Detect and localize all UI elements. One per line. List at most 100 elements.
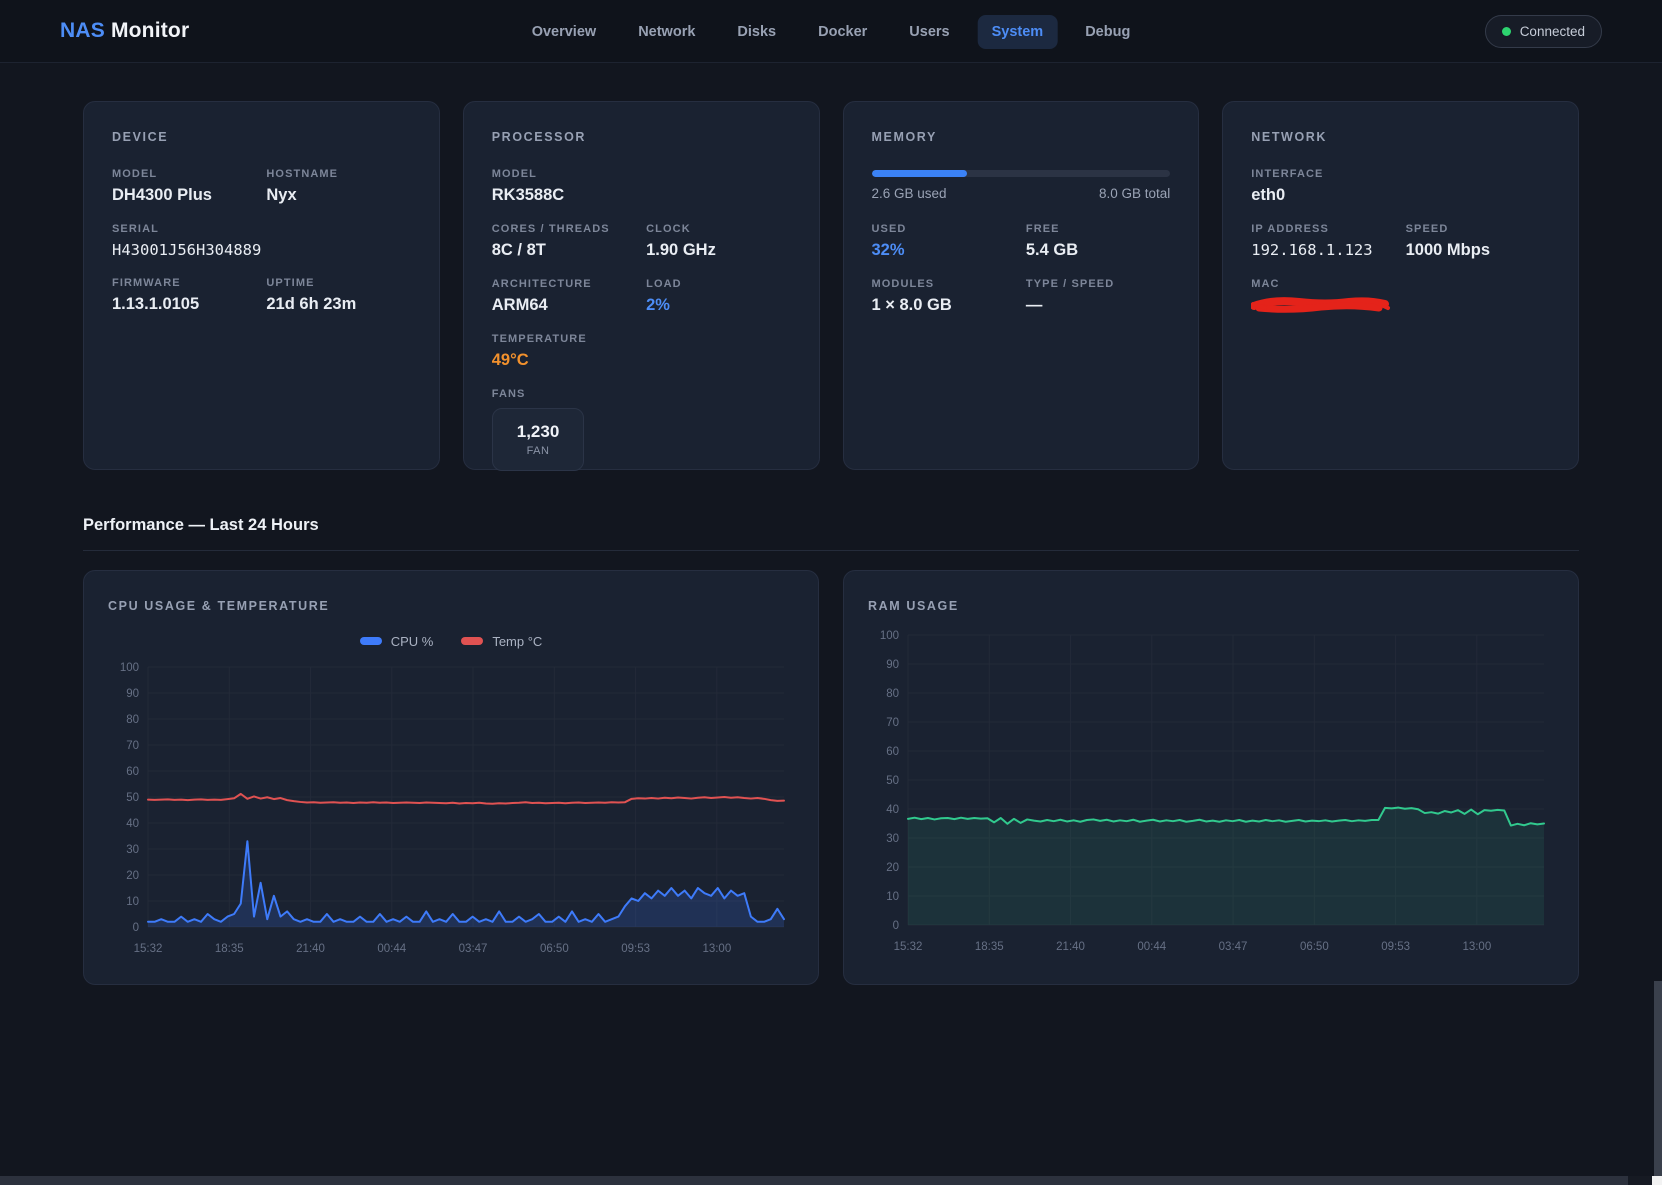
memory-usage-bar: [872, 170, 1171, 177]
svg-text:50: 50: [126, 792, 139, 804]
field-value: 5.4 GB: [1026, 241, 1170, 260]
svg-text:10: 10: [886, 891, 899, 903]
nav-item-network[interactable]: Network: [624, 15, 709, 49]
field-label: SPEED: [1406, 223, 1550, 235]
horizontal-scrollbar-track[interactable]: [0, 1176, 1662, 1185]
field-label: MODEL: [492, 168, 791, 180]
field-label: MODEL: [112, 168, 256, 180]
svg-text:15:32: 15:32: [894, 941, 923, 953]
ram-chart-wrap: 010203040506070809010015:3218:3521:4000:…: [868, 625, 1554, 957]
svg-text:60: 60: [886, 746, 899, 758]
svg-text:00:44: 00:44: [377, 943, 406, 955]
svg-text:09:53: 09:53: [1381, 941, 1410, 953]
field-value: 49°C: [492, 351, 791, 370]
field-mac: MAC: [1251, 278, 1550, 316]
horizontal-scrollbar-thumb[interactable]: [0, 1176, 1628, 1185]
nav-item-users[interactable]: Users: [895, 15, 963, 49]
redaction-scribble-icon: [1251, 294, 1391, 316]
legend-label: Temp °C: [492, 634, 542, 649]
svg-text:50: 50: [886, 775, 899, 787]
field-value: 32%: [872, 241, 1016, 260]
network-card-title: NETWORK: [1251, 130, 1550, 144]
nav-item-debug[interactable]: Debug: [1071, 15, 1144, 49]
connection-status-badge: Connected: [1485, 15, 1602, 48]
legend-item[interactable]: Temp °C: [461, 631, 542, 651]
cpu-usage-temperature-chart: 010203040506070809010015:3218:3521:4000:…: [108, 659, 791, 959]
field-load: LOAD 2%: [646, 278, 790, 315]
device-card-title: DEVICE: [112, 130, 411, 144]
ram-chart-title: RAM USAGE: [868, 599, 1554, 613]
field-label: HOSTNAME: [266, 168, 410, 180]
svg-text:40: 40: [126, 818, 139, 830]
ram-usage-chart: 010203040506070809010015:3218:3521:4000:…: [868, 625, 1551, 957]
svg-text:21:40: 21:40: [296, 943, 325, 955]
field-value: 2%: [646, 296, 790, 315]
field-label: CLOCK: [646, 223, 790, 235]
svg-text:70: 70: [126, 740, 139, 752]
fan-speed-box: 1,230 FAN: [492, 408, 585, 471]
field-label: UPTIME: [266, 277, 410, 289]
memory-used-label: 2.6 GB used: [872, 186, 947, 201]
field-cpu-model: MODEL RK3588C: [492, 168, 791, 205]
svg-text:00:44: 00:44: [1137, 941, 1166, 953]
cpu-chart-title: CPU USAGE & TEMPERATURE: [108, 599, 794, 613]
field-cores-threads: CORES / THREADS 8C / 8T: [492, 223, 636, 260]
svg-text:13:00: 13:00: [1462, 941, 1491, 953]
nav-item-disks[interactable]: Disks: [723, 15, 790, 49]
field-label: MODULES: [872, 278, 1016, 290]
field-value: 1.90 GHz: [646, 241, 790, 260]
field-value: 1.13.1.0105: [112, 295, 256, 314]
svg-text:09:53: 09:53: [621, 943, 650, 955]
field-value: DH4300 Plus: [112, 186, 256, 205]
svg-text:20: 20: [126, 870, 139, 882]
field-label: FREE: [1026, 223, 1170, 235]
field-fans: FANS 1,230 FAN: [492, 388, 791, 471]
field-value: 21d 6h 23m: [266, 295, 410, 314]
legend-label: CPU %: [391, 634, 434, 649]
svg-text:60: 60: [126, 766, 139, 778]
field-value: 192.168.1.123: [1251, 241, 1395, 259]
network-fields: INTERFACE eth0 IP ADDRESS 192.168.1.123 …: [1251, 168, 1550, 316]
processor-card-title: PROCESSOR: [492, 130, 791, 144]
memory-card-title: MEMORY: [872, 130, 1171, 144]
field-label: TEMPERATURE: [492, 333, 791, 345]
field-interface: INTERFACE eth0: [1251, 168, 1550, 205]
svg-text:80: 80: [126, 714, 139, 726]
field-label: SERIAL: [112, 223, 411, 235]
field-label: INTERFACE: [1251, 168, 1550, 180]
device-fields: MODEL DH4300 Plus HOSTNAME Nyx SERIAL H4…: [112, 168, 411, 314]
field-mem-type-speed: TYPE / SPEED —: [1026, 278, 1170, 315]
memory-fields: USED 32% FREE 5.4 GB MODULES 1 × 8.0 GB …: [872, 223, 1171, 315]
top-bar: NASMonitor Overview Network Disks Docker…: [0, 0, 1662, 63]
svg-text:13:00: 13:00: [702, 943, 731, 955]
info-cards-row: DEVICE MODEL DH4300 Plus HOSTNAME Nyx SE…: [83, 101, 1579, 470]
field-temperature: TEMPERATURE 49°C: [492, 333, 791, 370]
field-firmware: FIRMWARE 1.13.1.0105: [112, 277, 256, 314]
field-value: RK3588C: [492, 186, 791, 205]
svg-text:06:50: 06:50: [540, 943, 569, 955]
svg-text:0: 0: [893, 920, 899, 932]
field-label: MAC: [1251, 278, 1550, 290]
svg-text:21:40: 21:40: [1056, 941, 1085, 953]
processor-fields: MODEL RK3588C CORES / THREADS 8C / 8T CL…: [492, 168, 791, 471]
vertical-scrollbar-thumb[interactable]: [1654, 981, 1662, 1176]
legend-item[interactable]: CPU %: [360, 631, 434, 651]
field-uptime: UPTIME 21d 6h 23m: [266, 277, 410, 314]
legend-swatch-icon: [360, 637, 382, 645]
field-label: FANS: [492, 388, 791, 400]
svg-text:06:50: 06:50: [1300, 941, 1329, 953]
app-brand: NASMonitor: [60, 19, 189, 43]
svg-text:10: 10: [126, 896, 139, 908]
field-value: 1 × 8.0 GB: [872, 296, 1016, 315]
fan-caption: FAN: [517, 445, 560, 457]
svg-text:90: 90: [126, 688, 139, 700]
field-mem-free: FREE 5.4 GB: [1026, 223, 1170, 260]
nav-item-system[interactable]: System: [978, 15, 1058, 49]
scrollbar-corner: [1652, 1176, 1662, 1185]
brand-secondary: Monitor: [111, 19, 189, 42]
field-value: —: [1026, 296, 1170, 315]
charts-row: CPU USAGE & TEMPERATURE CPU % Temp °C 0 10…: [83, 570, 1579, 985]
field-clock: CLOCK 1.90 GHz: [646, 223, 790, 260]
nav-item-overview[interactable]: Overview: [518, 15, 611, 49]
nav-item-docker[interactable]: Docker: [804, 15, 881, 49]
